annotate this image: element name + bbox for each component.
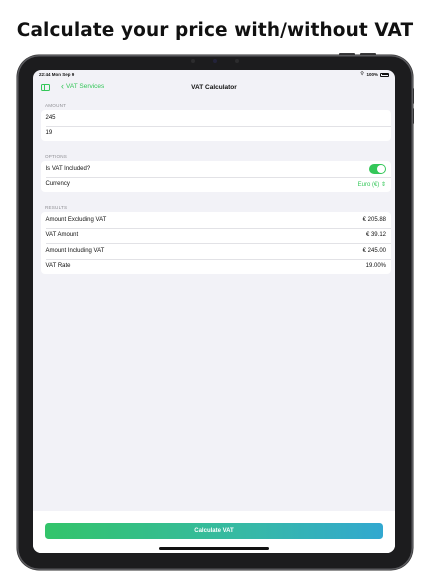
vat-included-label: Is VAT Included? — [45, 165, 91, 172]
navigation-bar: ‹ VAT Services VAT Calculator — [33, 80, 395, 96]
amount-group: 245 19 — [41, 110, 391, 141]
results-section-header: RESULTS — [45, 205, 68, 210]
currency-row[interactable]: Currency Euro (€) ⇕ — [41, 176, 391, 193]
status-time: 22:44 Mon Sep 9 — [39, 72, 75, 77]
battery-icon — [380, 72, 389, 77]
currency-label: Currency — [45, 181, 70, 188]
results-group: Amount Excluding VAT € 205.88 VAT Amount… — [41, 212, 391, 274]
currency-picker[interactable]: Euro (€) ⇕ — [358, 181, 386, 188]
result-value: 19.00% — [365, 263, 386, 270]
result-label: Amount Excluding VAT — [45, 216, 107, 223]
result-label: VAT Amount — [45, 232, 79, 239]
sensor-dot — [191, 59, 195, 63]
result-label: Amount Including VAT — [45, 247, 105, 254]
chevron-updown-icon: ⇕ — [380, 181, 386, 188]
result-row: Amount Excluding VAT € 205.88 — [41, 212, 391, 228]
calculate-vat-button[interactable]: Calculate VAT — [45, 523, 383, 539]
result-row: VAT Amount € 39.12 — [41, 227, 391, 244]
home-indicator[interactable] — [159, 547, 269, 550]
camera-bar — [182, 58, 248, 64]
result-row: VAT Rate 19.00% — [41, 258, 391, 275]
options-group: Is VAT Included? Currency Euro (€) ⇕ — [41, 161, 391, 192]
battery-percent: 100% — [366, 72, 378, 77]
app-screen: 22:44 Mon Sep 9 ⌔ 100% ‹ VAT Services VA… — [33, 70, 395, 553]
result-value: € 39.12 — [365, 232, 386, 239]
marketing-headline: Calculate your price with/without VAT — [16, 20, 414, 41]
vat-rate-field[interactable]: 19 — [41, 125, 391, 142]
vat-included-row: Is VAT Included? — [41, 161, 391, 177]
sensor-dot — [235, 59, 239, 63]
wifi-icon: ⌔ — [359, 71, 365, 77]
page-title: VAT Calculator — [191, 83, 237, 91]
currency-value: Euro (€) — [357, 181, 380, 188]
result-value: € 205.88 — [362, 216, 386, 223]
result-value: € 245.00 — [362, 247, 386, 254]
amount-field[interactable]: 245 — [41, 110, 391, 126]
amount-input-value[interactable]: 245 — [46, 115, 56, 121]
amount-section-header: AMOUNT — [45, 103, 67, 108]
camera-lens — [213, 59, 217, 63]
status-indicators: ⌔ 100% — [360, 72, 389, 77]
vat-rate-input-value[interactable]: 19 — [46, 130, 53, 136]
result-label: VAT Rate — [45, 263, 71, 270]
options-section-header: OPTIONS — [45, 154, 68, 159]
result-row: Amount Including VAT € 245.00 — [41, 243, 391, 259]
status-bar: 22:44 Mon Sep 9 ⌔ 100% — [33, 70, 395, 79]
vat-included-toggle[interactable] — [369, 163, 386, 174]
